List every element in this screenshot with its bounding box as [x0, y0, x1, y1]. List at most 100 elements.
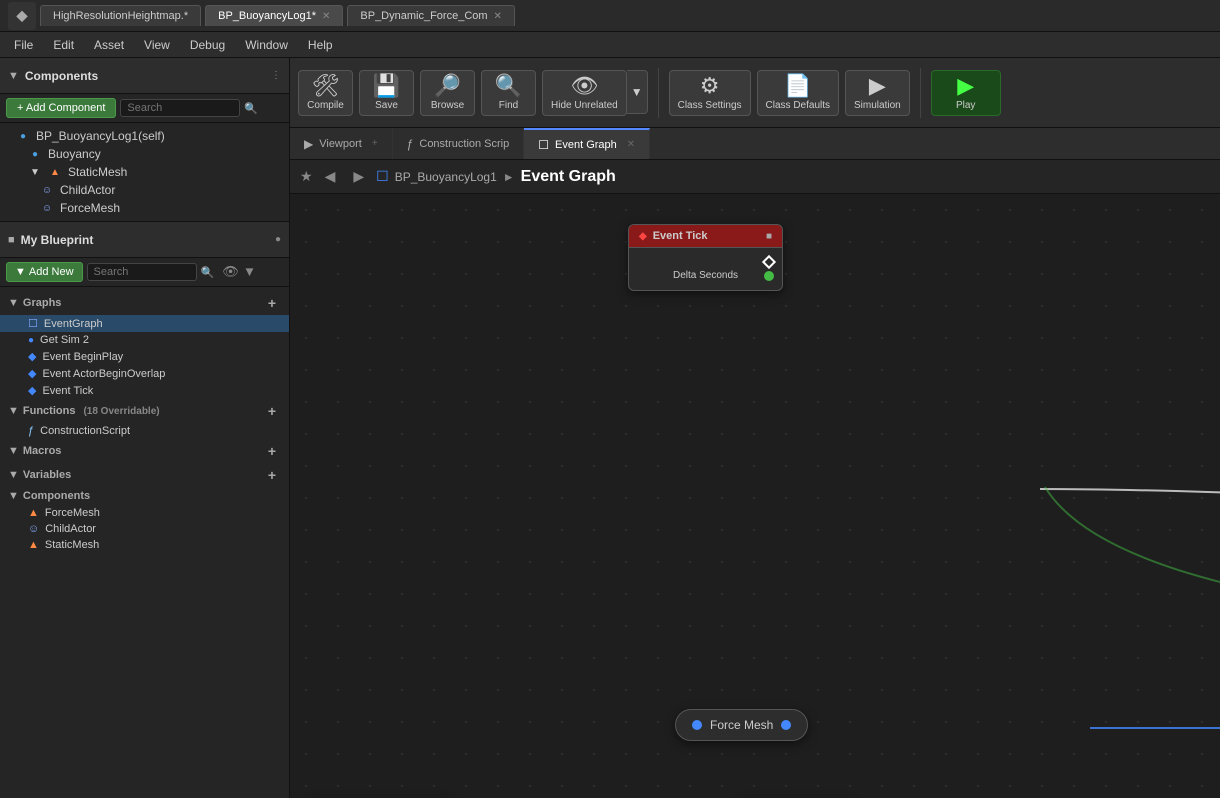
main-layout: ▼ Components ⋮ + Add Component 🔍 ● BP_Bu…: [0, 58, 1220, 798]
macros-collapse-icon[interactable]: ▼: [8, 445, 19, 457]
add-component-button[interactable]: + Add Component: [6, 98, 116, 118]
hide-unrelated-button[interactable]: 👁 Hide Unrelated: [542, 70, 627, 116]
tree-item-forcemesh[interactable]: ☺ ForceMesh: [0, 199, 289, 217]
add-new-button[interactable]: ▼ Add New: [6, 262, 83, 282]
variables-collapse-icon[interactable]: ▼: [8, 469, 19, 481]
eventgraph-icon: ☐: [28, 317, 38, 330]
blueprint-eye-button[interactable]: 👁 ▼: [218, 262, 260, 282]
bp-section-variables: ▼ Variables +: [0, 463, 289, 487]
staticmesh-var-icon: ▲: [28, 539, 39, 551]
tab-close-buoyancy[interactable]: ✕: [322, 11, 330, 22]
tab-viewport-add[interactable]: +: [372, 138, 378, 149]
breadcrumb-forward[interactable]: ▶: [347, 166, 370, 187]
menu-file[interactable]: File: [4, 36, 43, 54]
tree-item-self[interactable]: ● BP_BuoyancyLog1(self): [0, 127, 289, 145]
class-settings-label: Class Settings: [678, 100, 742, 111]
bp-item-actoroverlap[interactable]: ◆ Event ActorBeginOverlap: [0, 365, 289, 382]
blueprint-search-icon: 🔍: [201, 266, 215, 279]
tab-buoyancy[interactable]: BP_BuoyancyLog1* ✕: [205, 5, 343, 26]
menu-edit[interactable]: Edit: [43, 36, 84, 54]
menu-help[interactable]: Help: [298, 36, 343, 54]
breadcrumb-back[interactable]: ◀: [319, 166, 342, 187]
tree-label-staticmesh: StaticMesh: [68, 165, 127, 179]
bp-item-constructionscript[interactable]: ƒ ConstructionScript: [0, 423, 289, 439]
getsim-icon: ●: [28, 335, 34, 346]
variables-add-button[interactable]: +: [263, 466, 281, 484]
event-tick-title: Event Tick: [653, 230, 708, 242]
tab-eventgraph-label: Event Graph: [555, 139, 617, 151]
force-mesh-left-pin[interactable]: [692, 720, 702, 730]
play-icon: ▶: [957, 75, 974, 97]
event-tick-icon: ◆: [639, 231, 647, 242]
find-button[interactable]: 🔍 Find: [481, 70, 536, 116]
compile-button[interactable]: 🛠 Compile: [298, 70, 353, 116]
graph-canvas[interactable]: ◆ Event Tick ■ Delta Seconds: [290, 194, 1220, 798]
globe-icon-self: ●: [16, 129, 30, 143]
class-settings-icon: ⚙: [700, 75, 720, 97]
component-search-input[interactable]: [120, 99, 240, 117]
save-label: Save: [375, 100, 398, 111]
components-arrow: ⋮: [271, 70, 281, 81]
components-collapse-icon[interactable]: ▼: [8, 70, 19, 82]
event-tick-close[interactable]: ■: [766, 231, 772, 242]
tab-dynamic[interactable]: BP_Dynamic_Force_Com ✕: [347, 5, 515, 26]
actor-icon-forcemesh: ☺: [40, 201, 54, 215]
graph-tabs: ▶ Viewport + ƒ Construction Scrip ☐ Even…: [290, 128, 1220, 160]
bp-item-eventgraph[interactable]: ☐ EventGraph: [0, 315, 289, 332]
tree-item-staticmesh[interactable]: ▼ ▲ StaticMesh: [0, 163, 289, 181]
class-settings-button[interactable]: ⚙ Class Settings: [669, 70, 751, 116]
simulation-button[interactable]: ▶ Simulation: [845, 70, 910, 116]
play-button[interactable]: ▶ Play: [931, 70, 1001, 116]
bp-item-eventtick[interactable]: ◆ Event Tick: [0, 382, 289, 399]
event-tick-node: ◆ Event Tick ■ Delta Seconds: [628, 224, 783, 291]
tree-label-childactor: ChildActor: [60, 183, 115, 197]
event-tick-exec-out-pin[interactable]: [762, 255, 776, 269]
tab-close-dynamic[interactable]: ✕: [494, 11, 502, 22]
save-button[interactable]: 💾 Save: [359, 70, 414, 116]
graphs-collapse-icon[interactable]: ▼: [8, 297, 19, 309]
save-icon: 💾: [373, 75, 400, 97]
bp-item-forcemesh-var[interactable]: ▲ ForceMesh: [0, 505, 289, 521]
beginplay-icon: ◆: [28, 350, 36, 363]
actor-icon-childactor: ☺: [40, 183, 54, 197]
hide-unrelated-arrow[interactable]: ▼: [627, 70, 648, 114]
tab-construction[interactable]: ƒ Construction Scrip: [393, 128, 525, 159]
breadcrumb-arrow: ►: [503, 170, 515, 184]
event-tick-delta-pin[interactable]: [764, 271, 774, 281]
bp-item-childactor-var[interactable]: ☺ ChildActor: [0, 521, 289, 537]
blueprint-search-input[interactable]: [87, 263, 197, 281]
browse-button[interactable]: 🔎 Browse: [420, 70, 475, 116]
tab-viewport[interactable]: ▶ Viewport +: [290, 128, 393, 159]
breadcrumb-bp[interactable]: BP_BuoyancyLog1: [395, 170, 497, 184]
class-defaults-button[interactable]: 📄 Class Defaults: [757, 70, 839, 116]
component-search-icon: 🔍: [244, 102, 258, 115]
bp-item-staticmesh-var[interactable]: ▲ StaticMesh: [0, 537, 289, 553]
functions-collapse-icon[interactable]: ▼: [8, 405, 19, 417]
functions-add-button[interactable]: +: [263, 402, 281, 420]
tree-item-buoyancy[interactable]: ● Buoyancy: [0, 145, 289, 163]
breadcrumb-star[interactable]: ★: [300, 168, 313, 185]
graphs-add-button[interactable]: +: [263, 294, 281, 312]
force-mesh-right-pin[interactable]: [781, 720, 791, 730]
breadcrumb-bar: ★ ◀ ▶ ☐ BP_BuoyancyLog1 ► Event Graph: [290, 160, 1220, 194]
menu-view[interactable]: View: [134, 36, 180, 54]
menu-debug[interactable]: Debug: [180, 36, 235, 54]
menu-window[interactable]: Window: [235, 36, 298, 54]
components-bp-collapse-icon[interactable]: ▼: [8, 490, 19, 502]
tab-heightmap[interactable]: HighResolutionHeightmap.*: [40, 5, 201, 26]
class-defaults-icon: 📄: [784, 75, 811, 97]
breadcrumb-graph[interactable]: Event Graph: [521, 168, 616, 186]
menu-asset[interactable]: Asset: [84, 36, 134, 54]
ue-logo: ◆: [8, 2, 36, 30]
tree-label-self: BP_BuoyancyLog1(self): [36, 129, 165, 143]
menu-bar: File Edit Asset View Debug Window Help: [0, 32, 1220, 58]
tab-construction-label: Construction Scrip: [419, 138, 509, 150]
tab-eventgraph-close[interactable]: ✕: [627, 139, 635, 150]
components-toolbar: + Add Component 🔍: [0, 94, 289, 123]
bp-item-beginplay[interactable]: ◆ Event BeginPlay: [0, 348, 289, 365]
tab-eventgraph[interactable]: ☐ Event Graph ✕: [524, 128, 650, 159]
actoroverlap-icon: ◆: [28, 367, 36, 380]
macros-add-button[interactable]: +: [263, 442, 281, 460]
bp-item-getsim2[interactable]: ● Get Sim 2: [0, 332, 289, 348]
tree-item-childactor[interactable]: ☺ ChildActor: [0, 181, 289, 199]
